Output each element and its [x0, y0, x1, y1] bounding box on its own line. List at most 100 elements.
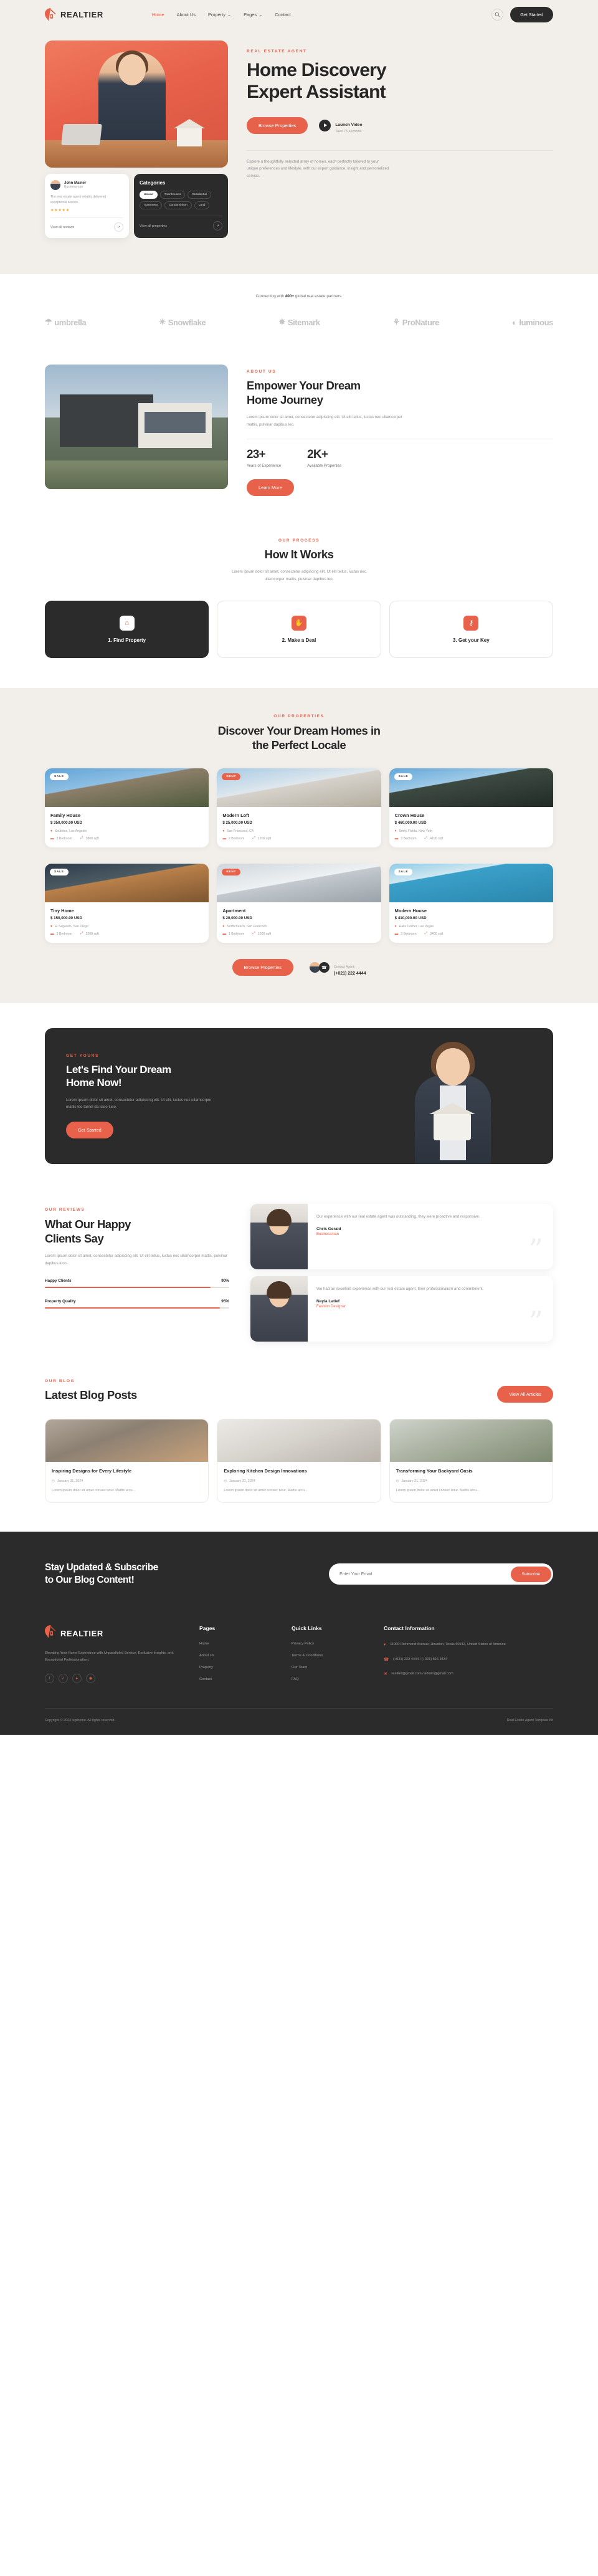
footer-link-faq[interactable]: FAQ [292, 1677, 365, 1681]
footer-logo[interactable]: REALTIER [45, 1625, 181, 1641]
view-all-properties-link[interactable]: View all properties [140, 224, 167, 228]
nav-label: Pages [244, 12, 257, 17]
email-input[interactable] [331, 1572, 511, 1577]
clock-icon: ◴ [52, 1479, 55, 1484]
hero-title-line1: Home Discovery [247, 60, 387, 80]
blog-card[interactable]: Inspiring Designs for Every Lifestyle ◴ J… [45, 1418, 209, 1504]
stat-number: 2K+ [307, 447, 328, 461]
contact-agent-group[interactable]: ☎ Contact Agent: (+021) 222 4444 [309, 960, 366, 976]
contact-agent-label: Contact Agent: [333, 965, 355, 969]
youtube-icon[interactable]: ▸ [72, 1674, 82, 1684]
handshake-icon: ✋ [291, 615, 306, 631]
hero-overlay-cards: John Mainer Businessman The real estate … [45, 174, 228, 239]
area-icon: ⤢ [424, 836, 428, 841]
contact-phone[interactable]: ☎ (+021) 222 4444 / (+021) 515 3434 [384, 1657, 553, 1663]
arrow-up-right-icon[interactable]: ↗ [213, 221, 222, 231]
blog-image [389, 1419, 553, 1462]
pin-icon: ▾ [384, 1643, 386, 1648]
partners-caption: Connecting with 400+ global real estate … [45, 294, 553, 298]
category-chip-residential[interactable]: Residential [187, 191, 212, 199]
process-step-make-a-deal[interactable]: ✋ 2. Make a Deal [217, 600, 381, 658]
property-name: Tiny Home [50, 908, 74, 914]
testimonial-role: Fashion Designer [316, 1304, 346, 1309]
blog-section: OUR BLOG Latest Blog Posts View All Arti… [45, 1369, 553, 1532]
blog-card[interactable]: Exploring Kitchen Design Innovations ◴ Ja… [217, 1418, 381, 1504]
property-name: Crown House [394, 813, 425, 819]
footer-link-contact[interactable]: Contact [199, 1677, 273, 1681]
property-card[interactable]: SALE Tiny Home $ 150,000.00 USD ▾ El Segu… [45, 864, 209, 943]
category-chip-townhouses[interactable]: Townhouses [159, 191, 186, 199]
review-text: The real estate agent reliably delivered… [50, 195, 107, 204]
about-title-line1: Empower Your Dream [247, 379, 361, 393]
process-eyebrow: OUR PROCESS [278, 538, 320, 543]
launch-video-button[interactable]: Launch Video Take 75 seconds [319, 118, 363, 133]
view-all-reviews-link[interactable]: View all reviews [50, 226, 74, 229]
progress-fill [45, 1286, 211, 1288]
browse-properties-button[interactable]: Browse Properties [247, 117, 308, 134]
learn-more-button[interactable]: Learn More [247, 479, 294, 496]
footer-link-about-us[interactable]: About Us [199, 1654, 273, 1658]
twitter-icon[interactable]: ✓ [59, 1674, 68, 1684]
category-chip-house[interactable]: House [140, 191, 158, 199]
facebook-icon[interactable]: f [45, 1674, 54, 1684]
hero-description: Explore a thoughtfully selected array of… [247, 159, 389, 178]
category-chip-condominium[interactable]: Condominium [164, 201, 192, 209]
divider [247, 150, 553, 151]
property-card[interactable]: RENT Modern Loft $ 25,000.00 USD ▾ San Fr… [217, 768, 381, 848]
view-all-articles-button[interactable]: View All Articles [497, 1385, 553, 1403]
process-step-find-property[interactable]: ⌂ 1. Find Property [45, 600, 209, 658]
cta-eyebrow: GET YOURS [66, 1054, 100, 1059]
progress-property-quality: Property Quality 95% [45, 1299, 229, 1309]
nav-item-property[interactable]: Property ⌄ [208, 12, 231, 17]
category-chip-apartment[interactable]: Apartment [140, 201, 163, 209]
newsletter-row: Stay Updated & Subscribe to Our Blog Con… [45, 1562, 553, 1586]
property-card[interactable]: SALE Family House $ 350,000.00 USD ▾ Sout… [45, 768, 209, 848]
contact-agent-phone: (+021) 222 4444 [333, 971, 366, 976]
property-card[interactable]: SALE Crown House $ 460,000.00 USD ▾ Smity… [389, 768, 553, 848]
process-step-get-your-key[interactable]: ⚷ 3. Get your Key [389, 600, 553, 658]
get-started-button[interactable]: Get Started [510, 7, 553, 22]
arrow-up-right-icon[interactable]: ↗ [114, 222, 123, 232]
browse-properties-button[interactable]: Browse Properties [232, 959, 293, 976]
property-image: SALE [45, 864, 209, 903]
pin-icon: ▾ [222, 829, 225, 834]
blog-image [45, 1419, 209, 1462]
property-location: Halls Corner, Las Vegas [399, 925, 434, 929]
progress-fill [45, 1307, 221, 1309]
nav-item-about-us[interactable]: About Us [177, 12, 196, 17]
contact-phone-text: (+021) 222 4444 / (+021) 515 3434 [392, 1657, 448, 1661]
bed-icon: ▬ [394, 932, 399, 936]
property-location: El Segundo, San Diego [54, 925, 88, 929]
status-badge: SALE [50, 773, 69, 781]
template-credit: Real Estate Agent Template Kit [506, 1719, 553, 1723]
testimonial-photo [250, 1204, 308, 1270]
area-icon: ⤢ [252, 932, 255, 936]
property-card[interactable]: SALE Modern House $ 410,000.00 USD ▾ Hall… [389, 864, 553, 943]
footer-link-privacy-policy[interactable]: Privacy Policy [292, 1642, 365, 1646]
contact-email[interactable]: ✉ realtier@gmail.com / admin@gmail.com [384, 1671, 553, 1677]
footer-link-home[interactable]: Home [199, 1642, 273, 1646]
footer-link-terms-conditions[interactable]: Terms & Conditions [292, 1654, 365, 1658]
instagram-icon[interactable]: ◉ [86, 1674, 95, 1684]
nav-item-home[interactable]: Home [152, 12, 164, 17]
footer-link-property[interactable]: Property [199, 1666, 273, 1669]
property-name: Apartment [222, 908, 246, 914]
process-steps: ⌂ 1. Find Property ✋ 2. Make a Deal ⚷ 3.… [45, 600, 553, 658]
top-band: REALTIER Home About Us Property ⌄ Pages ⌄ … [0, 0, 598, 275]
search-button[interactable] [491, 9, 504, 21]
cta-get-started-button[interactable]: Get Started [66, 1122, 113, 1139]
blog-card[interactable]: Transforming Your Backyard Oasis ◴ Januar… [389, 1418, 553, 1504]
subscribe-button[interactable]: Subscribe [510, 1566, 551, 1582]
category-chip-land[interactable]: Land [194, 201, 210, 209]
pin-icon: ▾ [222, 925, 225, 929]
property-card[interactable]: RENT Apartment $ 20,000.00 USD ▾ North Be… [217, 864, 381, 943]
nav-item-contact[interactable]: Contact [275, 12, 290, 17]
logo[interactable]: REALTIER [45, 8, 103, 21]
progress-label: Happy Clients [45, 1278, 72, 1283]
header-actions: Get Started [491, 7, 553, 22]
footer-description: Elevating Your Home Experience with Unpa… [45, 1651, 174, 1662]
footer-link-our-team[interactable]: Our Team [292, 1666, 365, 1669]
testimonial-text: Our experience with our real estate agen… [316, 1214, 480, 1219]
footer-pages-column: Pages Home About Us Property Contact [199, 1625, 273, 1683]
nav-item-pages[interactable]: Pages ⌄ [244, 12, 262, 17]
